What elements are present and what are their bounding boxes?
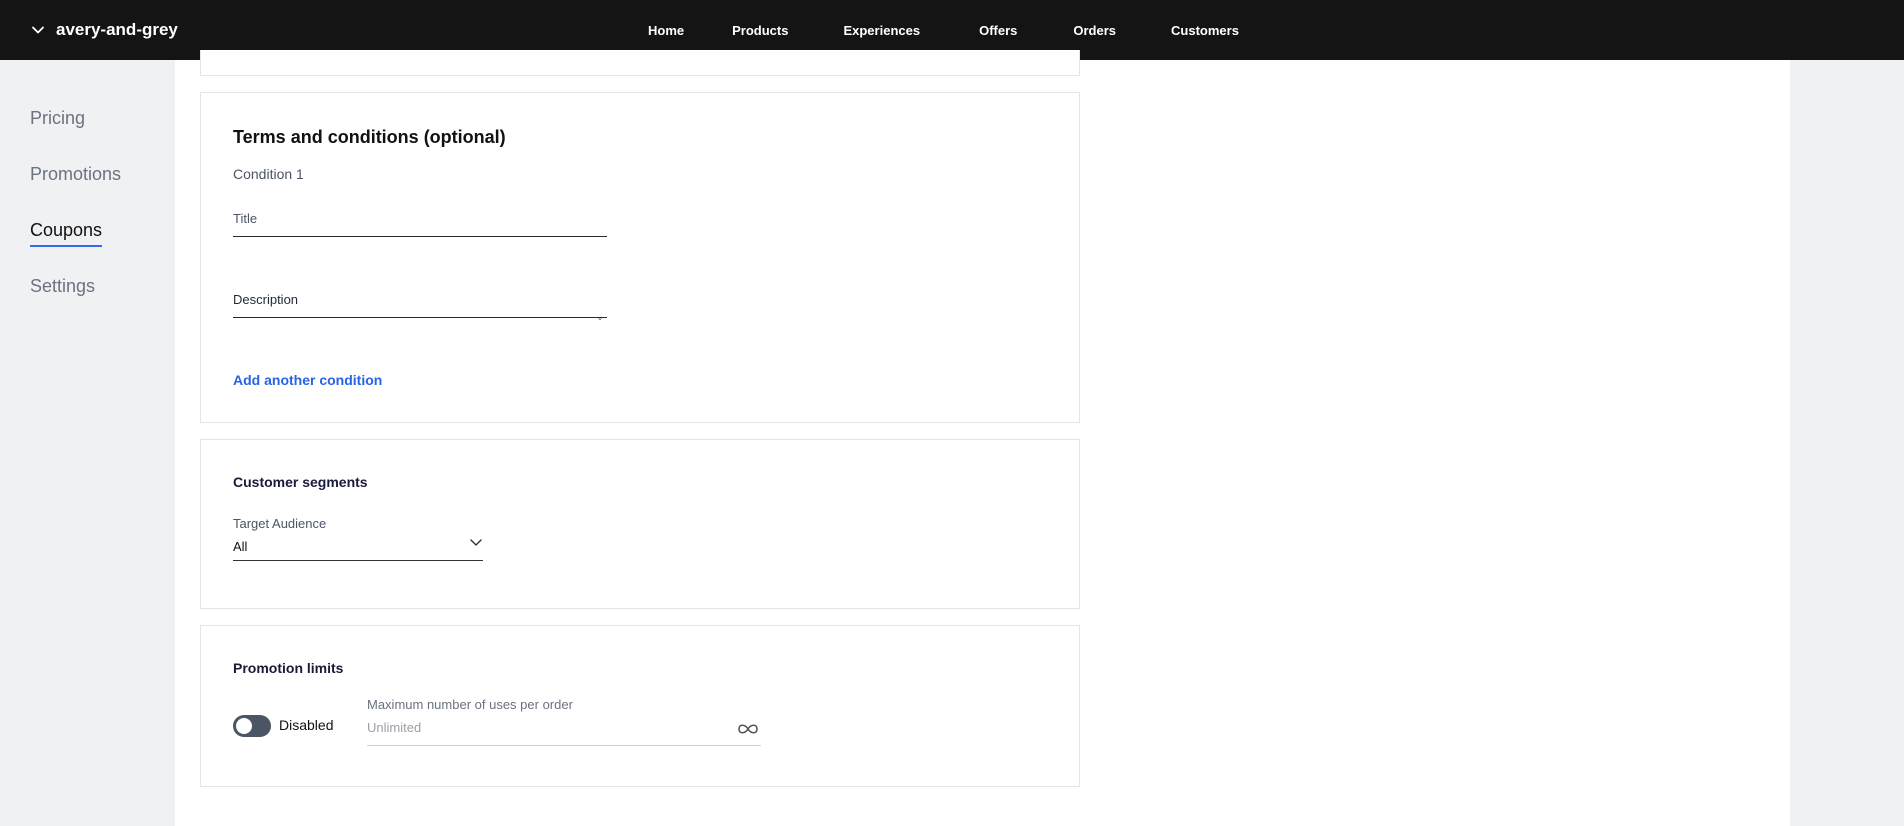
infinity-icon bbox=[738, 724, 758, 734]
store-switcher[interactable]: avery-and-grey bbox=[30, 0, 178, 60]
condition-title-input[interactable] bbox=[233, 197, 607, 236]
right-gutter bbox=[1790, 60, 1904, 826]
limits-card: Promotion limits Disabled Maximum number… bbox=[200, 625, 1080, 787]
main-content: Terms and conditions (optional) Conditio… bbox=[175, 50, 1790, 826]
nav-item-label: Offers bbox=[979, 22, 1018, 38]
toggle-knob bbox=[236, 718, 252, 734]
nav-item-label: Customers bbox=[1171, 22, 1239, 38]
sidebar-item-promotions[interactable]: Promotions bbox=[30, 164, 121, 185]
max-uses-placeholder: Unlimited bbox=[367, 720, 422, 735]
segments-card: Customer segments Target Audience All bbox=[200, 439, 1080, 609]
target-audience-label: Target Audience bbox=[233, 516, 327, 531]
add-condition-link[interactable]: Add another condition bbox=[233, 372, 382, 388]
target-audience-value: All bbox=[233, 539, 248, 554]
nav-item-label: Experiences bbox=[843, 22, 921, 38]
chevron-down-icon bbox=[470, 539, 482, 546]
previous-section-card bbox=[200, 50, 1080, 76]
max-uses-field[interactable]: Unlimited bbox=[367, 716, 761, 746]
limits-toggle-label: Disabled bbox=[279, 717, 334, 733]
target-audience-select[interactable]: All bbox=[233, 533, 483, 561]
limits-title: Promotion limits bbox=[233, 660, 344, 676]
nav-item-label: Home bbox=[648, 22, 685, 38]
nav-item-label: Products bbox=[732, 22, 789, 38]
max-uses-label: Maximum number of uses per order bbox=[367, 697, 573, 712]
store-name: avery-and-grey bbox=[56, 20, 178, 39]
sidebar-item-settings[interactable]: Settings bbox=[30, 276, 95, 297]
sidebar-item-coupons[interactable]: Coupons bbox=[30, 220, 103, 247]
condition-description-input[interactable] bbox=[233, 278, 607, 317]
condition-label: Condition 1 bbox=[233, 166, 304, 182]
limits-toggle[interactable] bbox=[233, 715, 271, 737]
nav-item-customers[interactable]: Customers bbox=[1163, 0, 1247, 60]
terms-card: Terms and conditions (optional) Conditio… bbox=[200, 92, 1080, 423]
sidebar-item-pricing[interactable]: Pricing bbox=[30, 108, 85, 129]
terms-title: Terms and conditions (optional) bbox=[233, 127, 506, 147]
nav-item-label: Orders bbox=[1073, 22, 1117, 38]
chevron-down-icon bbox=[32, 26, 44, 34]
condition-description-field[interactable]: Description ⌄ bbox=[233, 278, 607, 322]
resize-handle-icon[interactable]: ⌄ bbox=[595, 314, 605, 322]
segments-title: Customer segments bbox=[233, 474, 368, 490]
condition-title-field[interactable]: Title bbox=[233, 197, 607, 237]
